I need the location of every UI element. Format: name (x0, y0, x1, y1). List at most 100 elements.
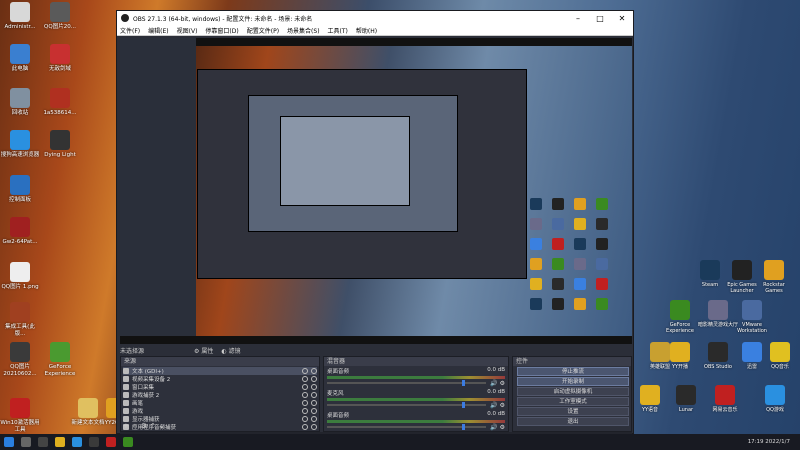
eye-icon[interactable] (302, 416, 308, 422)
desktop-icon[interactable]: 搜狗高速浏览器 (0, 130, 40, 159)
menu-item[interactable]: 视图(V) (177, 26, 198, 35)
lock-icon[interactable] (311, 424, 317, 430)
menu-item[interactable]: 配置文件(P) (247, 26, 279, 35)
task-view-icon[interactable] (38, 437, 48, 447)
desktop-icon-label: Dying Light (44, 152, 76, 158)
desktop-icon[interactable]: Dying Light (40, 130, 80, 159)
eye-icon[interactable] (302, 376, 308, 382)
move-down-icon[interactable]: ⌄ (159, 422, 168, 430)
move-up-icon[interactable]: ⌃ (150, 422, 159, 430)
desktop-icon[interactable]: 网易云音乐 (705, 385, 745, 413)
desktop-icon[interactable]: Gw2-64Pat... (0, 217, 40, 246)
control-button[interactable]: 退出 (517, 417, 629, 426)
app2-taskbar-icon[interactable] (123, 437, 133, 447)
speaker-icon[interactable]: 🔊 (490, 380, 497, 387)
source-row[interactable]: 画笔 (123, 399, 317, 407)
menu-item[interactable]: 文件(F) (120, 26, 140, 35)
preview-desktop-strip (120, 38, 196, 344)
source-settings-icon[interactable]: ⚙ (141, 422, 150, 430)
lock-icon[interactable] (311, 408, 317, 414)
volume-knob[interactable] (462, 380, 466, 386)
eye-icon[interactable] (302, 392, 308, 398)
desktop-icon[interactable]: 无敌剑域 (40, 44, 80, 73)
desktop-icon-label: 此电脑 (11, 66, 29, 72)
desktop-icon[interactable]: 英雄联盟 (640, 342, 680, 370)
filters-button[interactable]: ◐ 滤镜 (221, 346, 240, 355)
eye-icon[interactable] (302, 408, 308, 414)
volume-knob[interactable] (462, 424, 466, 430)
remove-source-icon[interactable]: − (132, 422, 141, 430)
source-row[interactable]: 游戏捕获 2 (123, 391, 317, 399)
menu-item[interactable]: 场景集合(S) (287, 26, 320, 35)
browser-icon[interactable] (72, 437, 82, 447)
preview-app-icon (596, 278, 608, 290)
desktop-icon[interactable]: YY语音 (630, 385, 670, 413)
lock-icon[interactable] (311, 384, 317, 390)
properties-button[interactable]: ⚙ 属性 (194, 346, 213, 355)
control-button[interactable]: 启动虚拟摄像机 (517, 387, 629, 396)
lock-icon[interactable] (311, 392, 317, 398)
menu-item[interactable]: 编辑(E) (148, 26, 168, 35)
desktop-icon[interactable]: Lunar (666, 385, 706, 413)
desktop-icon[interactable]: VMware Workstation (732, 300, 772, 334)
settings-gear-icon[interactable]: ⚙ (500, 424, 505, 431)
control-button[interactable]: 设置 (517, 407, 629, 416)
lock-icon[interactable] (311, 416, 317, 422)
search-icon[interactable] (21, 437, 31, 447)
control-button[interactable]: 停止推流 (517, 367, 629, 376)
desktop-icon[interactable]: Administr... (0, 2, 40, 31)
desktop-icon[interactable]: Win10激活器用工具 (0, 398, 40, 433)
preview-app-icon (530, 278, 542, 290)
desktop-icon[interactable]: QQ图片20210602... (0, 342, 40, 377)
desktop-icon[interactable]: 此电脑 (0, 44, 40, 73)
eye-icon[interactable] (302, 400, 308, 406)
obs-taskbar-icon[interactable] (89, 437, 99, 447)
desktop-icon[interactable]: 集成工具(此版... (0, 302, 40, 337)
add-source-icon[interactable]: + (123, 422, 132, 430)
volume-slider[interactable] (327, 380, 487, 386)
speaker-icon[interactable]: 🔊 (490, 424, 497, 431)
desktop-icon[interactable]: GeForce Experience (660, 300, 700, 334)
app-taskbar-icon[interactable] (106, 437, 116, 447)
desktop-icon[interactable]: 控制面板 (0, 175, 40, 204)
menu-item[interactable]: 停靠窗口(D) (205, 26, 238, 35)
obs-window[interactable]: OBS 27.1.3 (64-bit, windows) - 配置文件: 未命名… (116, 10, 634, 450)
source-row[interactable]: 窗口采集 (123, 383, 317, 391)
minimize-button[interactable]: – (567, 14, 589, 23)
menu-item[interactable]: 帮助(H) (356, 26, 377, 35)
desktop-icon[interactable]: QQ音乐 (760, 342, 800, 370)
lock-icon[interactable] (311, 400, 317, 406)
settings-gear-icon[interactable]: ⚙ (500, 402, 505, 409)
control-button[interactable]: 工作室模式 (517, 397, 629, 406)
desktop-icon[interactable]: 回收站 (0, 88, 40, 117)
source-row[interactable]: 视频采集设备 2 (123, 375, 317, 383)
source-row[interactable]: 游戏 (123, 407, 317, 415)
eye-icon[interactable] (302, 424, 308, 430)
desktop-icon[interactable]: GeForce Experience (40, 342, 80, 377)
app-icon (700, 260, 720, 280)
speaker-icon[interactable]: 🔊 (490, 402, 497, 409)
desktop-icon[interactable]: 1a538614... (40, 88, 80, 117)
desktop-icon[interactable]: QQ图片 1.png (0, 262, 40, 291)
desktop-icon[interactable]: QQ游戏 (755, 385, 795, 413)
source-row[interactable]: 文本 (GDI+) (123, 367, 317, 375)
preview-canvas[interactable] (120, 38, 632, 344)
close-button[interactable]: ✕ (611, 14, 633, 23)
eye-icon[interactable] (302, 384, 308, 390)
explorer-icon[interactable] (55, 437, 65, 447)
maximize-button[interactable]: □ (589, 14, 611, 23)
menu-item[interactable]: 工具(T) (328, 26, 348, 35)
start-icon[interactable] (4, 437, 14, 447)
eye-icon[interactable] (302, 368, 308, 374)
settings-gear-icon[interactable]: ⚙ (500, 380, 505, 387)
lock-icon[interactable] (311, 376, 317, 382)
control-button[interactable]: 开始录制 (517, 377, 629, 386)
volume-knob[interactable] (462, 402, 466, 408)
lock-icon[interactable] (311, 368, 317, 374)
volume-slider[interactable] (327, 424, 487, 430)
desktop-icon[interactable]: QQ图片20... (40, 2, 80, 31)
clock[interactable]: 17:19 2022/1/7 (748, 439, 790, 445)
desktop-icon-label: 集成工具(此版... (5, 324, 35, 337)
volume-slider[interactable] (327, 402, 487, 408)
desktop-icon[interactable]: Rockstar Games (754, 260, 794, 294)
